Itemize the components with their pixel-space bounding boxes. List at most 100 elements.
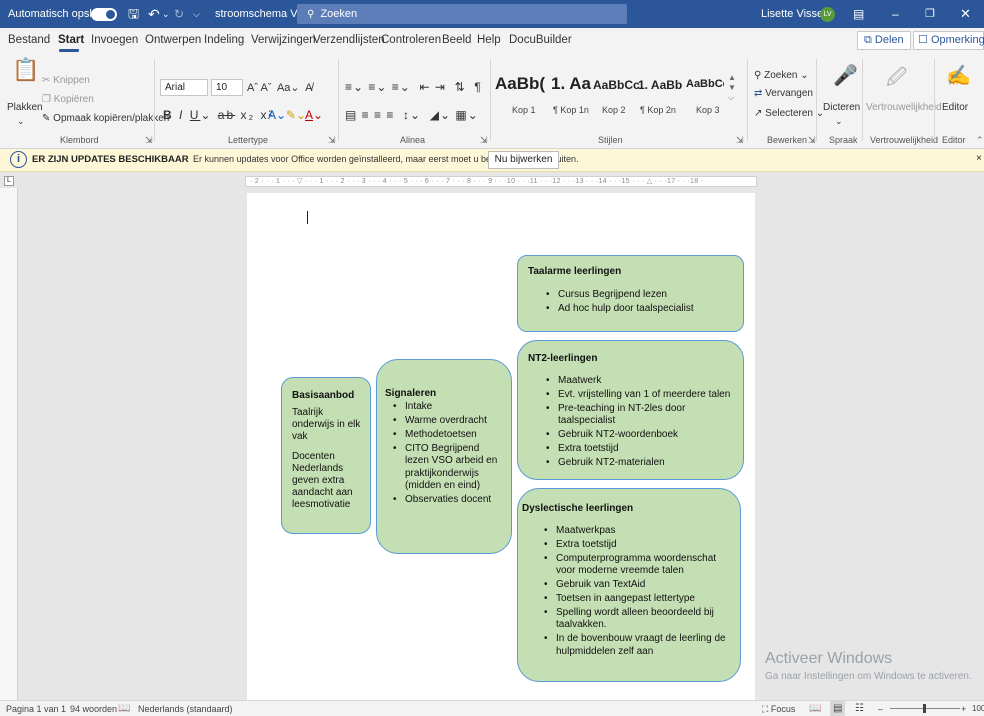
style-kop2[interactable]: Kop 2: [602, 105, 626, 115]
infobar-close-icon[interactable]: ×: [976, 153, 982, 164]
read-mode-icon[interactable]: 📖: [809, 701, 821, 716]
user-name[interactable]: Lisette Visser: [761, 0, 827, 28]
shape-title: Signaleren: [385, 388, 437, 399]
proofing-icon[interactable]: 📖: [118, 701, 130, 716]
shape-dyslectische-leerlingen[interactable]: Dyslectische leerlingen Maatwerkpas Extr…: [517, 488, 741, 682]
editor-button[interactable]: Editor: [942, 102, 968, 113]
group-divider: [862, 59, 863, 141]
copy-button[interactable]: ❐ Kopiëren: [42, 94, 94, 105]
style-kop1[interactable]: Kop 1: [512, 105, 536, 115]
list-buttons[interactable]: ≡⌄ ≡⌄ ≡⌄ ⇤ ⇥ ⇅ ¶: [345, 80, 482, 94]
tab-ontwerpen[interactable]: Ontwerpen: [145, 28, 201, 53]
dictate-dropdown-icon[interactable]: ⌄: [835, 116, 843, 127]
group-label-voice: Spraak: [829, 135, 858, 145]
style-kop1n[interactable]: ¶ Kop 1n: [553, 105, 589, 115]
web-layout-icon[interactable]: ☷: [855, 701, 864, 716]
tab-verzendlijsten[interactable]: Verzendlijsten: [313, 28, 385, 53]
paste-button[interactable]: Plakken: [7, 102, 43, 113]
select-button[interactable]: ↗ Selecteren ⌄: [754, 108, 824, 119]
style-kop3-preview[interactable]: AaBbCcI: [686, 78, 724, 90]
text-cursor: [307, 211, 308, 224]
font-grow-shrink-buttons[interactable]: Aˆ Aˇ Aa⌄ A̸: [247, 81, 312, 94]
update-now-button[interactable]: Nu bijwerken: [488, 151, 559, 169]
find-button[interactable]: ⚲ Zoeken ⌄: [754, 70, 809, 81]
vertical-ruler[interactable]: [0, 188, 18, 700]
font-name-select[interactable]: Arial: [160, 79, 208, 96]
autosave-toggle[interactable]: [91, 8, 117, 21]
dialog-launcher-icon[interactable]: ⇲: [736, 135, 744, 146]
paste-icon[interactable]: 📋: [12, 57, 39, 83]
dialog-launcher-icon[interactable]: ⇲: [145, 135, 153, 146]
find-icon: ⚲: [754, 70, 762, 81]
align-buttons[interactable]: ▤ ≡ ≡ ≡ ↕⌄ ◢⌄ ▦⌄: [345, 108, 479, 122]
tab-verwijzingen[interactable]: Verwijzingen: [251, 28, 316, 53]
shape-taalarme-leerlingen[interactable]: Taalarme leerlingen Cursus Begrijpend le…: [517, 255, 744, 332]
print-layout-icon[interactable]: ▤: [830, 701, 846, 716]
zoom-out-button[interactable]: –: [878, 701, 883, 716]
undo-dropdown-icon[interactable]: ⌄: [162, 0, 170, 28]
group-divider: [154, 59, 155, 141]
page-count[interactable]: Pagina 1 van 1: [6, 701, 66, 716]
close-icon[interactable]: ✕: [960, 0, 971, 28]
style-kop1n-preview[interactable]: 1. Aa: [551, 74, 591, 94]
search-input[interactable]: ⚲ Zoeken: [297, 4, 627, 24]
shape-signaleren[interactable]: Signaleren Intake Warme overdracht Metho…: [376, 359, 512, 554]
share-button[interactable]: ⧉ Delen: [857, 31, 911, 50]
dialog-launcher-icon[interactable]: ⇲: [328, 135, 336, 146]
tab-invoegen[interactable]: Invoegen: [91, 28, 138, 53]
shape-nt2-leerlingen[interactable]: NT2-leerlingen Maatwerk Evt. vrijstellin…: [517, 340, 744, 480]
zoom-in-button[interactable]: +: [961, 701, 966, 716]
style-kop2n-preview[interactable]: 1. AaBb: [638, 78, 682, 92]
replace-button[interactable]: ⇄ Vervangen: [754, 88, 813, 99]
font-format-buttons[interactable]: B I U⌄ ab x₂ x²: [163, 108, 274, 122]
list-item: CITO Begrijpend lezen VSO arbeid en prak…: [385, 443, 505, 493]
sensitivity-icon[interactable]: 🖉: [886, 63, 907, 97]
collapse-ribbon-icon[interactable]: ⌃: [976, 135, 984, 146]
minimize-icon[interactable]: –: [892, 0, 899, 28]
font-size-select[interactable]: 10: [211, 79, 243, 96]
cut-button[interactable]: ✂ Knippen: [42, 75, 90, 86]
paste-dropdown-icon[interactable]: ⌄: [17, 116, 25, 127]
comments-button[interactable]: ☐ Opmerkingen: [913, 31, 984, 50]
zoom-slider-thumb[interactable]: [923, 704, 926, 713]
group-divider: [747, 59, 748, 141]
style-kop3[interactable]: Kop 3: [696, 105, 720, 115]
sensitivity-button[interactable]: Vertrouwelijkheid: [866, 102, 942, 113]
styles-scroll-buttons[interactable]: ▲ ▼ ⌵: [728, 73, 736, 103]
redo-icon[interactable]: ↻: [174, 0, 184, 28]
word-count[interactable]: 94 woorden: [70, 701, 117, 716]
save-icon[interactable]: 🖫: [128, 0, 139, 28]
ribbon: 📋 Plakken ⌄ ✂ Knippen ❐ Kopiëren ✎ Opmaa…: [0, 53, 984, 149]
dys-list: Maatwerkpas Extra toetstijd Computerprog…: [522, 525, 732, 658]
restore-icon[interactable]: ❐: [925, 0, 935, 28]
focus-button[interactable]: ⛶ Focus: [762, 701, 795, 716]
customize-icon[interactable]: ⌵: [193, 0, 200, 28]
zoom-level[interactable]: 100: [972, 701, 984, 716]
style-kop2-preview[interactable]: AaBbCc: [593, 78, 640, 92]
horizontal-ruler[interactable]: · 2 · · · 1 · · · ▽ · · · 1 · · · 2 · · …: [245, 176, 757, 187]
font-color-icon[interactable]: A⌄: [305, 108, 323, 122]
highlight-icon[interactable]: ✎⌄: [286, 108, 306, 122]
tab-controleren[interactable]: Controleren: [381, 28, 441, 53]
style-kop1-preview[interactable]: AaBb(: [495, 74, 545, 94]
shape-title: Taalarme leerlingen: [528, 266, 622, 277]
microphone-icon[interactable]: 🎤: [833, 63, 858, 88]
tab-bestand[interactable]: Bestand: [8, 28, 50, 53]
language-status[interactable]: Nederlands (standaard): [138, 701, 233, 716]
dialog-launcher-icon[interactable]: ⇲: [808, 135, 816, 146]
tab-help[interactable]: Help: [477, 28, 501, 53]
tab-indeling[interactable]: Indeling: [204, 28, 244, 53]
tab-beeld[interactable]: Beeld: [442, 28, 471, 53]
dialog-launcher-icon[interactable]: ⇲: [480, 135, 488, 146]
style-kop2n[interactable]: ¶ Kop 2n: [640, 105, 676, 115]
tab-selector-icon[interactable]: L: [4, 176, 14, 186]
text-effects-icon[interactable]: A⌄: [268, 108, 286, 122]
dictate-button[interactable]: Dicteren: [823, 102, 860, 113]
format-painter-button[interactable]: ✎ Opmaak kopiëren/plakken: [42, 113, 169, 124]
shape-basisaanbod[interactable]: Basisaanbod Taalrijk onderwijs in elk va…: [281, 377, 371, 534]
editor-icon[interactable]: ✍: [946, 63, 971, 88]
tab-docubuilder[interactable]: DocuBuilder: [509, 28, 572, 53]
avatar[interactable]: LV: [820, 7, 835, 22]
undo-icon[interactable]: ↶: [148, 0, 160, 28]
ribbon-display-icon[interactable]: ▤: [853, 0, 864, 28]
